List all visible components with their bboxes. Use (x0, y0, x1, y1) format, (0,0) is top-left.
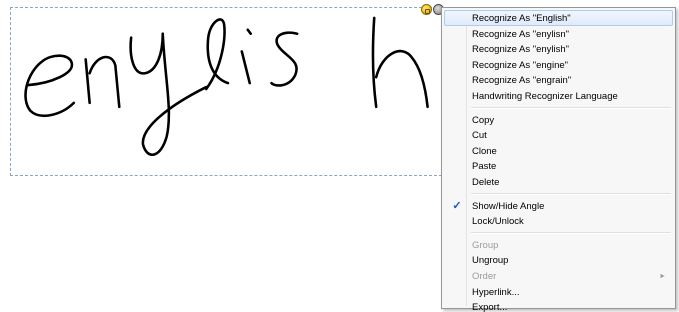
menu-item-label: Recognize As "engine" (472, 59, 569, 71)
menu-item-cut[interactable]: Cut (444, 127, 673, 143)
menu-item-label: Export... (472, 302, 508, 312)
handwriting-ink-object[interactable] (10, 7, 442, 176)
handwriting-ink-strokes (24, 16, 429, 156)
menu-item-delete[interactable]: Delete (444, 174, 673, 190)
menu-item-ungroup[interactable]: Ungroup (444, 252, 673, 268)
menu-item-label: Show/Hide Angle (472, 200, 545, 212)
context-menu: Recognize As "English" Recognize As "eny… (441, 7, 676, 312)
menu-separator (471, 192, 671, 195)
menu-item-label: Delete (472, 176, 500, 188)
menu-item-label: Group (472, 239, 499, 251)
menu-item-label: Hyperlink... (472, 286, 520, 298)
menu-item-recognize-engine[interactable]: Recognize As "engine" (444, 57, 673, 73)
menu-item-label: Copy (472, 114, 495, 126)
menu-item-label: Recognize As "enylisn" (472, 28, 570, 40)
menu-item-order: Order ► (444, 268, 673, 284)
menu-item-recognizer-language[interactable]: Handwriting Recognizer Language (444, 88, 673, 104)
menu-item-group: Group (444, 237, 673, 253)
menu-item-clone[interactable]: Clone (444, 143, 673, 159)
menu-item-label: Paste (472, 161, 497, 173)
menu-item-label: Ungroup (472, 255, 509, 267)
menu-item-show-hide-angle[interactable]: ✓ Show/Hide Angle (444, 198, 673, 214)
menu-item-label: Handwriting Recognizer Language (472, 90, 618, 102)
menu-item-paste[interactable]: Paste (444, 158, 673, 174)
menu-item-lock-unlock[interactable]: Lock/Unlock (444, 213, 673, 229)
menu-item-label: Order (472, 270, 497, 282)
menu-item-recognize-english[interactable]: Recognize As "English" (444, 10, 673, 26)
check-icon: ✓ (452, 199, 462, 212)
menu-item-label: Recognize As "enylish" (472, 44, 570, 56)
menu-item-label: Lock/Unlock (472, 216, 524, 228)
menu-item-label: Recognize As "English" (472, 13, 571, 24)
menu-item-label: Clone (472, 145, 497, 157)
menu-item-hyperlink[interactable]: Hyperlink... (444, 284, 673, 300)
menu-item-recognize-enylish[interactable]: Recognize As "enylish" (444, 41, 673, 57)
menu-separator (471, 231, 671, 234)
menu-item-label: Recognize As "engrain" (472, 75, 572, 87)
lock-handle-icon[interactable] (421, 4, 432, 15)
menu-item-recognize-engrain[interactable]: Recognize As "engrain" (444, 72, 673, 88)
menu-item-label: Cut (472, 130, 487, 142)
whiteboard-canvas[interactable]: Recognize As "English" Recognize As "eny… (0, 0, 679, 312)
menu-item-export[interactable]: Export... (444, 299, 673, 312)
submenu-arrow-icon: ► (659, 272, 666, 280)
menu-separator (471, 106, 671, 109)
menu-item-recognize-enylisn[interactable]: Recognize As "enylisn" (444, 26, 673, 42)
menu-item-copy[interactable]: Copy (444, 112, 673, 128)
